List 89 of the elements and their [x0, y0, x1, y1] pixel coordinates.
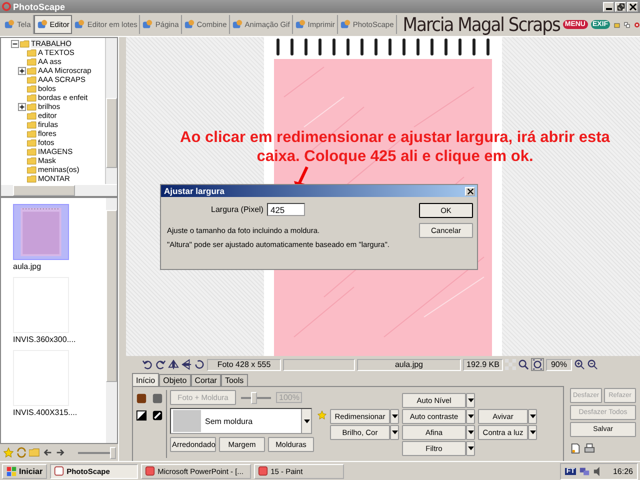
star-icon[interactable] [3, 447, 14, 458]
tab-icon [74, 19, 86, 30]
frame-dropdown[interactable]: Sem moldura [170, 408, 312, 434]
tab-icon [294, 19, 306, 30]
percent-field: 100% [276, 392, 302, 403]
status-field [283, 358, 355, 370]
tab-icon [4, 19, 15, 30]
photo-size: Foto 428 x 555 [207, 358, 281, 370]
app-icon [54, 466, 64, 476]
thumbnail-caption: aula.jpg [13, 262, 42, 271]
slider-thumb[interactable] [110, 446, 116, 458]
close-button[interactable] [627, 2, 638, 12]
panel-tab[interactable]: Cortar [190, 374, 221, 386]
scrollbar[interactable] [106, 198, 117, 443]
slider-thumb[interactable] [251, 392, 257, 404]
tone-icon[interactable] [152, 393, 163, 404]
thumbnail-caption: INVIS.400X315.... [13, 408, 78, 417]
minimize-button[interactable] [603, 2, 614, 12]
file-name: aula.jpg [357, 358, 461, 370]
rotate-left-icon[interactable] [142, 359, 153, 370]
flip-vertical-icon[interactable] [181, 359, 192, 370]
fit-zoom-icon[interactable] [531, 358, 544, 371]
star-icon[interactable] [317, 410, 327, 420]
restore-icon [616, 2, 624, 10]
network-icon[interactable] [578, 466, 590, 476]
contrast-icon[interactable] [152, 410, 163, 421]
contrast-icon[interactable] [136, 410, 147, 421]
dropdown-arrow-button[interactable] [528, 424, 537, 440]
forward-arrow-icon[interactable] [55, 447, 66, 458]
panel-tab[interactable]: Início [132, 373, 160, 386]
tone-icon[interactable] [136, 393, 147, 404]
panel-tab[interactable]: Tools [220, 374, 248, 386]
flip-horizontal-icon[interactable] [168, 359, 179, 370]
file-size: 192.9 KB [463, 358, 503, 370]
tab-icon [142, 19, 154, 30]
windows-logo-icon [6, 466, 17, 476]
dropdown-arrow-button[interactable] [466, 440, 475, 456]
dropdown-arrow-button[interactable] [390, 424, 399, 440]
zoom-in-icon[interactable] [574, 359, 585, 370]
caret-icon [530, 413, 536, 419]
tab-icon [36, 19, 48, 30]
caret-icon [468, 445, 474, 451]
caret-icon [530, 429, 536, 435]
app-icon [144, 466, 155, 476]
brand-title: Marcia Magal Scraps [402, 14, 560, 36]
caret-icon [468, 413, 474, 419]
zoom-out-icon[interactable] [587, 359, 598, 370]
printer-icon[interactable] [584, 443, 595, 454]
panel-tab[interactable]: Objeto [159, 374, 191, 386]
close-icon [628, 2, 636, 10]
back-arrow-icon[interactable] [42, 447, 53, 458]
refresh-icon[interactable] [194, 359, 205, 370]
zoom-level: 90% [546, 358, 572, 370]
scrollbar[interactable] [1, 185, 117, 196]
field-label: Largura (Pixel) [211, 205, 264, 214]
minimize-icon [606, 8, 612, 10]
window-title: PhotoScape [13, 2, 66, 12]
caret-icon [304, 418, 310, 424]
caret-icon [392, 429, 398, 435]
tab-icon [340, 19, 351, 30]
zoom-icon[interactable] [518, 359, 529, 370]
expander-icon[interactable] [11, 40, 19, 48]
start-button[interactable]: Iniciar [2, 464, 47, 478]
scrollbar[interactable] [105, 38, 117, 184]
restore-button[interactable] [615, 2, 626, 12]
new-document-icon[interactable] [570, 443, 581, 454]
tab-icon [184, 19, 195, 30]
dropdown-arrow-button[interactable] [466, 392, 475, 408]
close-icon [466, 188, 474, 194]
width-input-field[interactable]: 425 [267, 203, 306, 216]
rotate-right-icon[interactable] [155, 359, 166, 370]
expand-icon[interactable] [18, 102, 26, 110]
tab-icon [232, 19, 243, 30]
dropdown-arrow-button[interactable] [390, 408, 399, 424]
dropdown-arrow-button[interactable] [466, 408, 475, 424]
dropdown-arrow-button[interactable] [528, 408, 537, 424]
caret-icon [468, 397, 474, 403]
close-button[interactable] [465, 186, 475, 196]
dropdown-arrow-button[interactable] [466, 424, 475, 440]
thumbnail-caption: INVIS.360x300.... [13, 335, 77, 344]
expand-icon[interactable] [18, 66, 26, 74]
app-icon [2, 2, 11, 11]
clock: 16:26 [612, 466, 633, 476]
caret-icon [468, 429, 474, 435]
annotation-text: Ao clicar em redimensionar e ajustar largura, irá abrir esta caixa. Coloque 425 ali e clique em ok. [179, 128, 611, 166]
caret-icon [392, 413, 398, 419]
app-icon [258, 466, 268, 476]
dialog-title: Ajustar largura [164, 186, 224, 196]
size-slider[interactable] [78, 446, 114, 458]
